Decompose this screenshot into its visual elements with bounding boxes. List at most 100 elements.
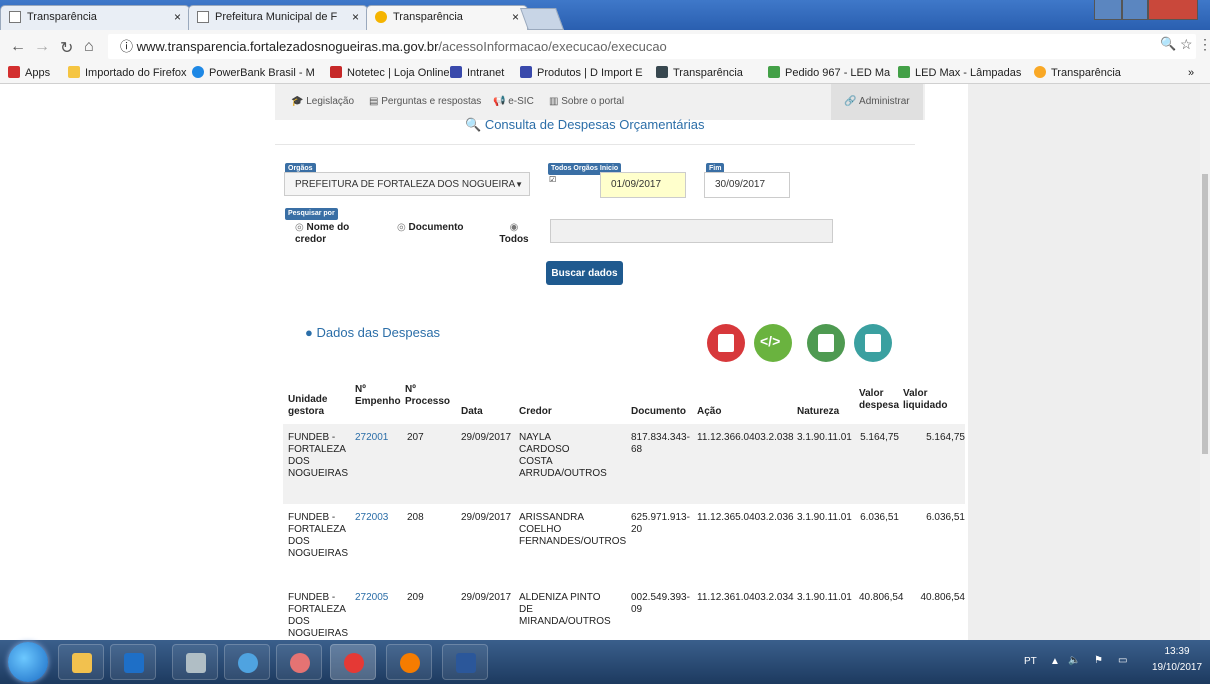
search-input[interactable] [550, 219, 833, 243]
nav-perguntas[interactable]: ▤ Perguntas e respostas [369, 96, 481, 107]
new-tab-button[interactable] [519, 8, 565, 30]
table-row: FUNDEB - FORTALEZA DOS NOGUEIRAS 272005 … [283, 584, 965, 640]
taskbar-calculator[interactable] [172, 644, 218, 680]
bookmark-transparencia[interactable]: Transparência [656, 62, 743, 83]
flag-icon[interactable]: ⚑ [1094, 655, 1103, 666]
arrow-icon [520, 66, 532, 78]
bookmark-firefox[interactable]: Importado do Firefox [68, 62, 187, 83]
main-content: 🎓 Legislação ▤ Perguntas e respostas 📢 e… [275, 84, 965, 640]
json-icon[interactable] [854, 324, 892, 362]
code-icon[interactable]: </> [754, 324, 792, 362]
start-button[interactable] [8, 642, 48, 682]
forward-icon[interactable]: → [34, 38, 50, 56]
cell-empenho-link[interactable]: 272003 [355, 512, 388, 524]
tab-2[interactable]: Prefeitura Municipal de F × [188, 5, 368, 30]
zoom-icon[interactable]: 🔍 [1160, 36, 1176, 52]
volume-icon[interactable]: 🔈 [1068, 655, 1080, 666]
maximize-button[interactable] [1122, 0, 1148, 20]
bookmark-powerbank[interactable]: PowerBank Brasil - M [192, 62, 315, 83]
close-icon[interactable]: × [174, 6, 181, 28]
cell-acao: 11.12.366.0403.2.038 [697, 432, 794, 443]
nav-legislacao[interactable]: 🎓 Legislação [291, 96, 354, 107]
cell-valor-despesa: 40.806,54 [859, 592, 904, 603]
close-icon[interactable]: × [352, 6, 359, 28]
clock-time[interactable]: 13:39 [1152, 646, 1202, 657]
page-title: 🔍 Consulta de Despesas Orçamentárias [465, 117, 704, 133]
bookmark-intranet[interactable]: Intranet [450, 62, 504, 83]
bookmark-label: Produtos | D Import E [537, 67, 643, 79]
close-window-button[interactable] [1148, 0, 1198, 20]
back-icon[interactable]: ← [10, 38, 26, 56]
more-bookmarks[interactable]: » [1188, 62, 1194, 83]
folder-icon [68, 66, 80, 78]
bookmark-apps[interactable]: Apps [8, 62, 51, 83]
radio-documento[interactable]: ◎ Documento [397, 222, 464, 234]
bookmark-transparencia-2[interactable]: Transparência [1034, 62, 1121, 83]
cell-documento: 002.549.393-09 [631, 592, 690, 615]
bookmark-notetec[interactable]: Notetec | Loja Online [330, 62, 450, 83]
cell-valor-despesa: 6.036,51 [860, 512, 899, 523]
nav-sobre[interactable]: ▥ Sobre o portal [549, 96, 624, 107]
inicio-date-field[interactable]: 01/09/2017 [600, 172, 686, 198]
nav-label: e-SIC [508, 96, 534, 107]
minimize-button[interactable] [1094, 0, 1122, 20]
taskbar-word[interactable] [442, 644, 488, 680]
nav-label: Sobre o portal [561, 96, 625, 107]
bookmark-label: Apps [25, 67, 51, 79]
xls-icon[interactable] [807, 324, 845, 362]
taskbar-outlook[interactable] [110, 644, 156, 680]
bookmark-produtos[interactable]: Produtos | D Import E [520, 62, 643, 83]
ie-icon [238, 653, 258, 673]
url-field[interactable]: ⓘ www.transparencia.fortalezadosnogueira… [108, 34, 1196, 59]
todos-orgaos-checkbox[interactable]: ☑ [549, 175, 556, 184]
cell-empenho-link[interactable]: 272005 [355, 592, 388, 604]
pdf-icon[interactable] [707, 324, 745, 362]
pesquisar-label: Pesquisar por [285, 208, 338, 220]
star-icon[interactable]: ☆ [1180, 36, 1193, 53]
fim-date-field[interactable]: 30/09/2017 [704, 172, 790, 198]
col-natureza: Natureza [797, 406, 840, 417]
cell-processo: 207 [407, 432, 424, 443]
radio-todos[interactable]: ◉ Todos [499, 222, 529, 246]
firefox-icon [400, 653, 420, 673]
chevron-up-icon[interactable]: ▲ [1050, 656, 1060, 667]
close-icon[interactable]: × [512, 6, 519, 28]
radio-nome[interactable]: ◎ Nome do credor [295, 222, 375, 246]
orgaos-select[interactable]: PREFEITURA DE FORTALEZA DOS NOGUEIRA ▼ [284, 172, 530, 196]
home-icon[interactable]: ⌂ [84, 38, 94, 56]
scrollbar-thumb[interactable] [1202, 174, 1208, 454]
reload-icon[interactable]: ↻ [60, 38, 73, 58]
network-icon[interactable]: ▭ [1118, 655, 1127, 666]
taskbar-firefox[interactable] [386, 644, 432, 680]
col-unidade: Unidade gestora [288, 394, 328, 417]
dados-title: ● Dados das Despesas [305, 325, 440, 340]
cell-credor: ARISSANDRA COELHO FERNANDES/OUTROS [519, 512, 627, 547]
cell-valor-despesa: 5.164,75 [860, 432, 899, 443]
cell-empenho-link[interactable]: 272001 [355, 432, 388, 444]
taskbar-chrome[interactable] [330, 644, 376, 680]
clock-date[interactable]: 19/10/2017 [1144, 662, 1210, 673]
admin-button[interactable]: 🔗 Administrar [831, 84, 923, 120]
buscar-dados-button[interactable]: Buscar dados [546, 261, 623, 285]
bookmark-ledmax[interactable]: LED Max - Lâmpadas [898, 62, 1021, 83]
tab-3[interactable]: Transparência × [366, 5, 528, 31]
taskbar-explorer[interactable] [58, 644, 104, 680]
cell-valor-liquidado: 5.164,75 [926, 432, 965, 443]
cell-valor-liquidado: 40.806,54 [920, 592, 966, 603]
menu-icon[interactable]: ⋮ [1198, 36, 1210, 53]
bookmark-label: PowerBank Brasil - M [209, 67, 315, 79]
tab-label: Transparência [27, 11, 97, 23]
cell-unidade: FUNDEB - FORTALEZA DOS NOGUEIRAS [288, 432, 349, 479]
taskbar-paint[interactable] [276, 644, 322, 680]
tab-1[interactable]: Transparência × [0, 5, 190, 30]
table-row: FUNDEB - FORTALEZA DOS NOGUEIRAS 272003 … [283, 504, 965, 584]
cell-processo: 208 [407, 512, 424, 523]
radio-icon: ◎ [397, 222, 406, 233]
page-title-text: Consulta de Despesas Orçamentárias [484, 117, 705, 132]
language-indicator[interactable]: PT [1024, 656, 1037, 667]
bookmarks-bar: Apps Importado do Firefox PowerBank Bras… [0, 62, 1210, 84]
nav-esic[interactable]: 📢 e-SIC [493, 96, 534, 107]
taskbar-ie[interactable] [224, 644, 270, 680]
bookmark-pedido[interactable]: Pedido 967 - LED Ma [768, 62, 890, 83]
orgaos-value: PREFEITURA DE FORTALEZA DOS NOGUEIRA [295, 179, 516, 190]
